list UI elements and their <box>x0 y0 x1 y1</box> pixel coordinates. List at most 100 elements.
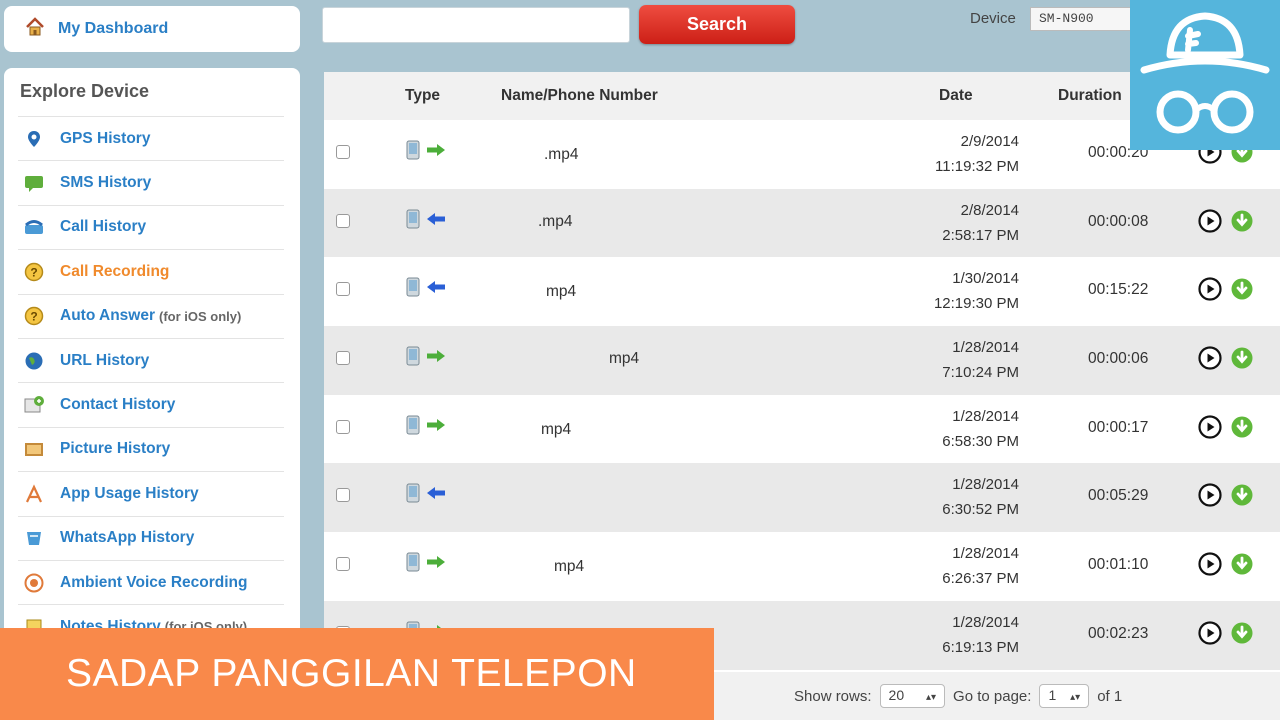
date-value: 1/28/2014 <box>952 407 1019 425</box>
goto-page-label: Go to page: <box>953 687 1032 705</box>
sidebar-item-label: Ambient Voice Recording <box>60 573 248 591</box>
row-checkbox[interactable] <box>336 282 350 297</box>
whatsapp-icon <box>22 526 46 550</box>
redaction-mask <box>490 556 554 579</box>
sidebar-item-auto-answer[interactable]: ? Auto Answer (for iOS only) <box>18 293 284 338</box>
phone-icon <box>22 215 46 239</box>
phone-icon <box>406 552 420 577</box>
recording-filename: .mp4 <box>544 146 579 164</box>
call-type <box>406 209 446 234</box>
rows-per-page-select[interactable]: 20 ▴▾ <box>879 684 946 708</box>
row-actions <box>1198 346 1254 375</box>
sidebar-item-ambient-voice-recording[interactable]: Ambient Voice Recording <box>18 559 284 604</box>
my-dashboard-link[interactable]: My Dashboard <box>4 6 300 52</box>
download-icon[interactable] <box>1230 346 1254 375</box>
table-row: mp4 1/30/2014 12:19:30 PM 00:15:22 <box>324 257 1280 327</box>
download-icon[interactable] <box>1230 621 1254 650</box>
row-actions <box>1198 483 1254 512</box>
page-select[interactable]: 1 ▴▾ <box>1039 684 1090 708</box>
download-icon[interactable] <box>1230 483 1254 512</box>
explore-title: Explore Device <box>20 81 150 101</box>
sidebar-item-picture-history[interactable]: Picture History <box>18 426 284 471</box>
time-value: 6:19:13 PM <box>942 638 1019 656</box>
sidebar-item-whatsapp-history[interactable]: WhatsApp History <box>18 515 284 560</box>
outgoing-arrow-icon <box>426 555 446 574</box>
recording-filename: mp4 <box>541 420 572 438</box>
row-checkbox[interactable] <box>336 557 350 572</box>
phone-icon <box>406 415 420 440</box>
date-value: 1/30/2014 <box>952 270 1019 288</box>
row-actions <box>1198 277 1254 306</box>
recording-date: 2/9/2014 11:19:32 PM <box>935 129 1019 179</box>
table-row: .mp4 2/8/2014 2:58:17 PM 00:00:08 <box>324 188 1280 258</box>
time-value: 11:19:32 PM <box>935 158 1019 175</box>
incoming-arrow-icon <box>426 280 446 299</box>
recording-date: 1/30/2014 12:19:30 PM <box>934 266 1019 316</box>
sidebar-item-call-recording[interactable]: ? Call Recording <box>18 249 284 293</box>
row-actions <box>1198 415 1254 444</box>
row-checkbox[interactable] <box>336 419 350 434</box>
table-row: mp4 1/28/2014 6:58:30 PM 00:00:17 <box>324 394 1280 464</box>
app-icon <box>22 482 46 506</box>
call-type <box>406 552 446 577</box>
question-icon: ? <box>22 304 46 328</box>
sidebar-item-note: (for iOS only) <box>159 308 242 324</box>
play-icon[interactable] <box>1198 346 1222 375</box>
header-date: Date <box>939 87 973 104</box>
title-banner: SADAP PANGGILAN TELEPON <box>0 628 714 720</box>
rows-value: 20 <box>888 687 905 703</box>
play-icon[interactable] <box>1198 415 1222 444</box>
date-value: 1/28/2014 <box>952 339 1019 357</box>
sidebar-item-call-history[interactable]: Call History <box>18 204 284 249</box>
call-type <box>406 140 446 165</box>
nav-list: GPS History SMS History Call History ? Call … <box>4 116 300 649</box>
table-row: 1/28/2014 6:30:52 PM 00:05:29 <box>324 463 1280 533</box>
search-button[interactable]: Search <box>639 5 795 44</box>
row-actions <box>1198 552 1254 581</box>
phone-icon <box>406 140 420 165</box>
play-icon[interactable] <box>1198 483 1222 512</box>
page-value: 1 <box>1048 687 1057 703</box>
recording-date: 2/8/2014 2:58:17 PM <box>942 198 1019 248</box>
sidebar-item-gps-history[interactable]: GPS History <box>18 116 284 160</box>
recording-duration: 00:00:17 <box>1088 418 1149 436</box>
play-icon[interactable] <box>1198 209 1222 238</box>
header-type: Type <box>405 87 441 104</box>
page-count: of 1 <box>1097 687 1123 705</box>
call-type <box>406 346 446 371</box>
question-icon: ? <box>22 260 46 284</box>
download-icon[interactable] <box>1230 209 1254 238</box>
sidebar-item-label: WhatsApp History <box>60 529 195 547</box>
call-type <box>406 415 446 440</box>
show-rows-label: Show rows: <box>794 687 872 705</box>
sidebar-item-sms-history[interactable]: SMS History <box>18 160 284 204</box>
recording-duration: 00:00:08 <box>1088 212 1149 230</box>
sidebar-item-app-usage-history[interactable]: App Usage History <box>18 471 284 515</box>
play-icon[interactable] <box>1198 552 1222 581</box>
contact-card-icon <box>22 393 46 417</box>
play-icon[interactable] <box>1198 277 1222 306</box>
sidebar-item-contact-history[interactable]: Contact History <box>18 382 284 426</box>
recording-date: 1/28/2014 6:26:37 PM <box>942 541 1019 591</box>
row-checkbox[interactable] <box>336 213 350 228</box>
date-value: 2/8/2014 <box>960 201 1019 219</box>
search-input[interactable] <box>322 7 630 43</box>
time-value: 6:58:30 PM <box>942 432 1019 450</box>
recording-duration: 00:00:06 <box>1088 350 1149 368</box>
download-icon[interactable] <box>1230 415 1254 444</box>
download-icon[interactable] <box>1230 552 1254 581</box>
device-select[interactable]: SM-N900 <box>1030 7 1140 31</box>
sidebar-item-label: Call History <box>60 218 147 236</box>
row-checkbox[interactable] <box>336 488 350 503</box>
download-icon[interactable] <box>1230 277 1254 306</box>
row-checkbox[interactable] <box>336 351 350 366</box>
call-type <box>406 483 446 508</box>
sidebar-item-label: Contact History <box>60 396 176 414</box>
recording-duration: 00:02:23 <box>1088 624 1149 642</box>
play-icon[interactable] <box>1198 621 1222 650</box>
sidebar-item-url-history[interactable]: URL History <box>18 337 284 382</box>
recording-filename: .mp4 <box>538 212 573 230</box>
time-value: 6:30:52 PM <box>942 501 1019 519</box>
row-checkbox[interactable] <box>336 145 350 159</box>
table-body: .mp4 2/9/2014 11:19:32 PM 00:00:20 .mp4 2/8/2… <box>324 120 1280 670</box>
